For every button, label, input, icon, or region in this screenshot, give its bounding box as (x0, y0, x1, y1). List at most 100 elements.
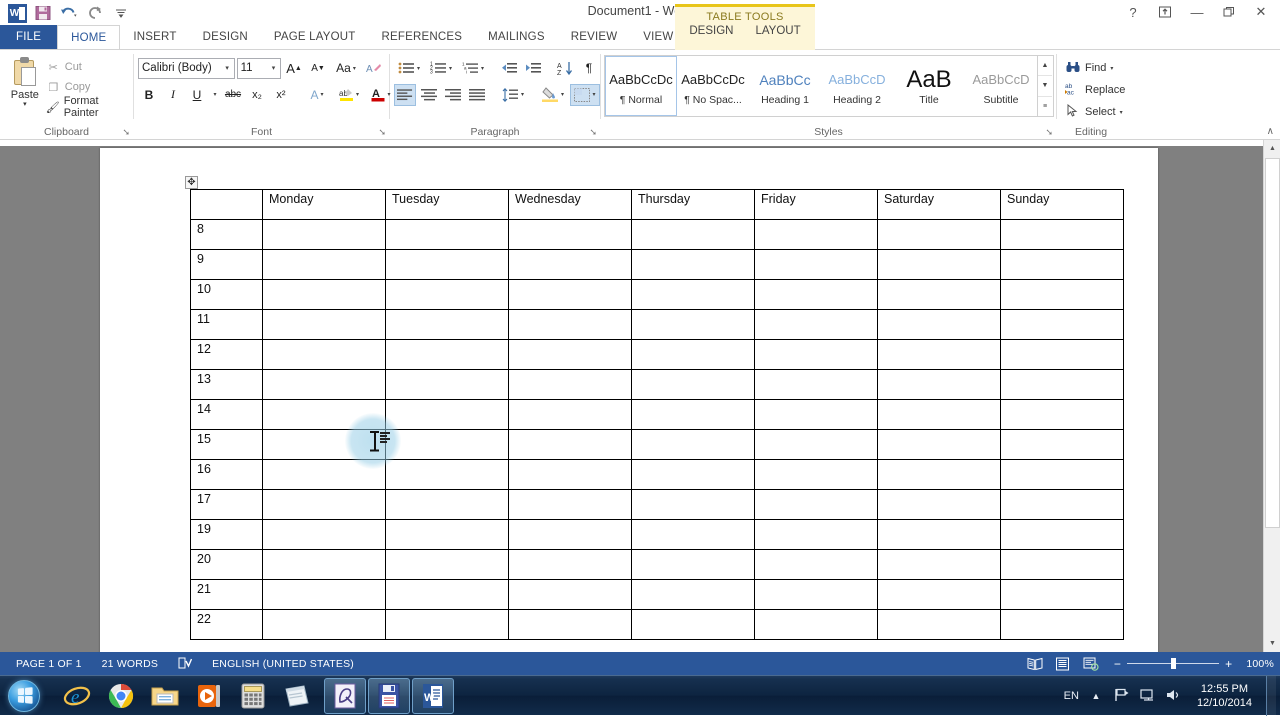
schedule-cell[interactable] (262, 579, 386, 610)
schedule-cell[interactable] (508, 309, 632, 340)
page-indicator[interactable]: PAGE 1 OF 1 (6, 658, 92, 670)
schedule-cell[interactable] (631, 579, 755, 610)
schedule-cell[interactable] (262, 489, 386, 520)
style-heading-1[interactable]: AaBbCс Heading 1 (749, 56, 821, 116)
schedule-cell[interactable] (754, 549, 878, 580)
word-count[interactable]: 21 WORDS (92, 658, 168, 670)
schedule-cell[interactable] (754, 519, 878, 550)
schedule-cell[interactable] (631, 459, 755, 490)
schedule-cell[interactable] (508, 249, 632, 280)
schedule-cell[interactable] (508, 459, 632, 490)
schedule-cell[interactable] (508, 579, 632, 610)
schedule-cell[interactable] (1000, 339, 1124, 370)
tab-design[interactable]: DESIGN (190, 25, 261, 49)
table-move-handle[interactable]: ✥ (185, 176, 198, 189)
schedule-cell[interactable] (754, 309, 878, 340)
schedule-cell[interactable] (754, 369, 878, 400)
bullets-button[interactable]: ▾ (394, 57, 424, 79)
schedule-cell[interactable] (262, 219, 386, 250)
schedule-cell[interactable] (877, 609, 1001, 640)
schedule-cell[interactable] (262, 369, 386, 400)
sticky-notes-icon[interactable] (276, 678, 318, 714)
schedule-cell[interactable] (877, 279, 1001, 310)
chrome-icon[interactable] (100, 678, 142, 714)
zoom-track[interactable] (1127, 658, 1220, 669)
schedule-cell[interactable] (1000, 399, 1124, 430)
font-size-combobox[interactable]: 11 ▾ (236, 57, 281, 79)
action-center-flag-icon[interactable] (1113, 688, 1131, 705)
document-page[interactable]: ✥ Monday Tuesday Wednesday Thursday Friday Sa… (100, 148, 1158, 652)
styles-gallery[interactable]: AaBbCcDc ¶ Normal AaBbCcDc ¶ No Spac... … (604, 55, 1054, 117)
schedule-cell[interactable] (1000, 249, 1124, 280)
schedule-cell[interactable] (1000, 489, 1124, 520)
schedule-cell[interactable] (508, 609, 632, 640)
subscript-button[interactable]: x₂ (246, 84, 268, 106)
hour-cell[interactable]: 19 (190, 519, 263, 550)
table-header-saturday[interactable]: Saturday (877, 189, 1001, 220)
schedule-cell[interactable] (754, 489, 878, 520)
bold-button[interactable]: B (138, 84, 160, 106)
schedule-cell[interactable] (262, 399, 386, 430)
schedule-cell[interactable] (631, 549, 755, 580)
sort-button[interactable]: A Z (554, 57, 576, 79)
tab-home[interactable]: HOME (57, 25, 121, 49)
schedule-cell[interactable] (262, 249, 386, 280)
tab-file[interactable]: FILE (0, 25, 58, 49)
maximize-restore-button[interactable] (1214, 1, 1244, 23)
schedule-cell[interactable] (508, 399, 632, 430)
schedule-cell[interactable] (385, 489, 509, 520)
minimize-button[interactable]: — (1182, 1, 1212, 23)
schedule-cell[interactable] (631, 399, 755, 430)
schedule-cell[interactable] (385, 519, 509, 550)
schedule-cell[interactable] (262, 459, 386, 490)
styles-gallery-scroll[interactable]: ▲ ▼ ≡ (1037, 56, 1052, 116)
styles-more-icon[interactable]: ≡ (1038, 97, 1052, 116)
table-header-monday[interactable]: Monday (262, 189, 386, 220)
schedule-cell[interactable] (1000, 369, 1124, 400)
underline-dropdown-icon[interactable]: ▾ (210, 84, 220, 106)
tab-page-layout[interactable]: PAGE LAYOUT (261, 25, 369, 49)
hour-cell[interactable]: 20 (190, 549, 263, 580)
schedule-cell[interactable] (385, 459, 509, 490)
decrease-indent-button[interactable] (498, 57, 520, 79)
styles-dialog-launcher-icon[interactable]: ➘ (1045, 127, 1053, 138)
taskbar-window-save[interactable] (368, 677, 410, 714)
clipboard-dialog-launcher-icon[interactable]: ➘ (122, 127, 130, 138)
calculator-icon[interactable] (232, 678, 274, 714)
schedule-cell[interactable] (1000, 519, 1124, 550)
style-title[interactable]: AaB Title (893, 56, 965, 116)
schedule-cell[interactable] (754, 249, 878, 280)
align-center-button[interactable] (418, 84, 440, 106)
shrink-font-button[interactable]: A ▼ (307, 57, 329, 79)
schedule-cell[interactable] (385, 309, 509, 340)
start-button[interactable] (0, 677, 48, 715)
schedule-cell[interactable] (877, 579, 1001, 610)
schedule-cell[interactable] (385, 399, 509, 430)
proofing-status-icon[interactable] (168, 657, 202, 670)
schedule-cell[interactable] (754, 279, 878, 310)
read-mode-button[interactable] (1022, 654, 1048, 673)
hour-cell[interactable]: 8 (190, 219, 263, 250)
schedule-cell[interactable] (754, 609, 878, 640)
clock[interactable]: 12:55 PM 12/10/2014 (1191, 682, 1258, 710)
style-no-spacing[interactable]: AaBbCcDc ¶ No Spac... (677, 56, 749, 116)
network-icon[interactable] (1139, 688, 1157, 705)
multilevel-list-button[interactable]: 1 a i ▾ (458, 57, 488, 79)
table-header-tuesday[interactable]: Tuesday (385, 189, 509, 220)
schedule-cell[interactable] (385, 579, 509, 610)
schedule-cell[interactable] (508, 339, 632, 370)
schedule-cell[interactable] (262, 609, 386, 640)
numbering-button[interactable]: 1 2 3 ▾ (426, 57, 456, 79)
replace-button[interactable]: ab ac Replace (1065, 79, 1153, 101)
hour-cell[interactable]: 9 (190, 249, 263, 280)
schedule-cell[interactable] (1000, 309, 1124, 340)
schedule-cell[interactable] (385, 369, 509, 400)
zoom-level[interactable]: 100% (1242, 658, 1274, 670)
schedule-cell[interactable] (1000, 429, 1124, 460)
hour-cell[interactable]: 13 (190, 369, 263, 400)
schedule-cell[interactable] (262, 549, 386, 580)
schedule-cell[interactable] (631, 279, 755, 310)
schedule-cell[interactable] (385, 609, 509, 640)
borders-button[interactable]: ▾ (570, 83, 600, 106)
paste-dropdown-arrow[interactable]: ▾ (23, 101, 27, 108)
